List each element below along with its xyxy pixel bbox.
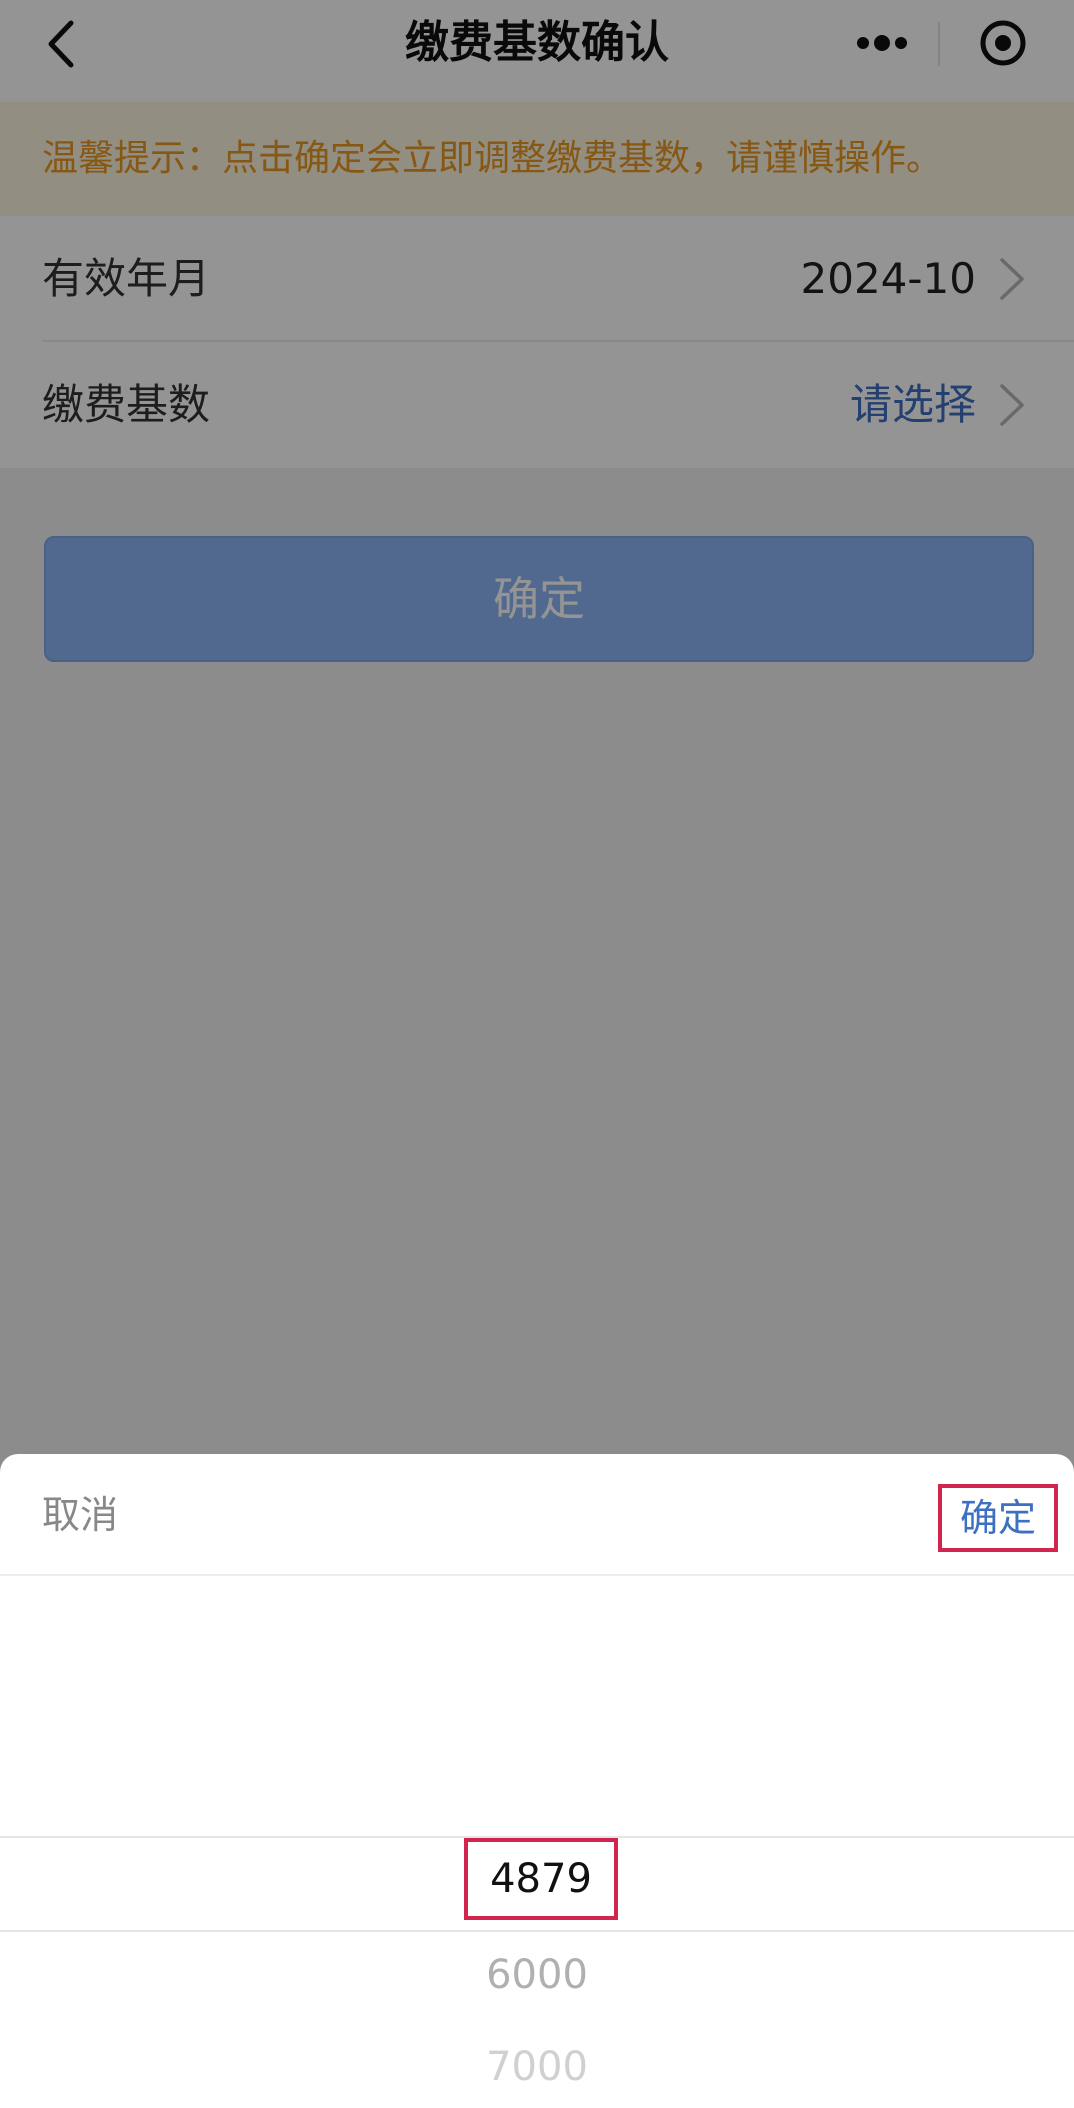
picker-cancel-button[interactable]: 取消 <box>42 1454 118 1576</box>
picker-option[interactable]: 6000 <box>0 1952 1074 1998</box>
picker-confirm-button[interactable]: 确定 <box>938 1484 1058 1552</box>
picker-option-selected[interactable]: 4879 <box>464 1838 618 1920</box>
picker-sheet: 取消 确定 <box>0 1454 1074 2108</box>
picker-selection-line-bottom <box>0 1930 1074 1932</box>
picker-option[interactable]: 7000 <box>0 2044 1074 2090</box>
picker-header: 取消 确定 <box>0 1454 1074 1576</box>
